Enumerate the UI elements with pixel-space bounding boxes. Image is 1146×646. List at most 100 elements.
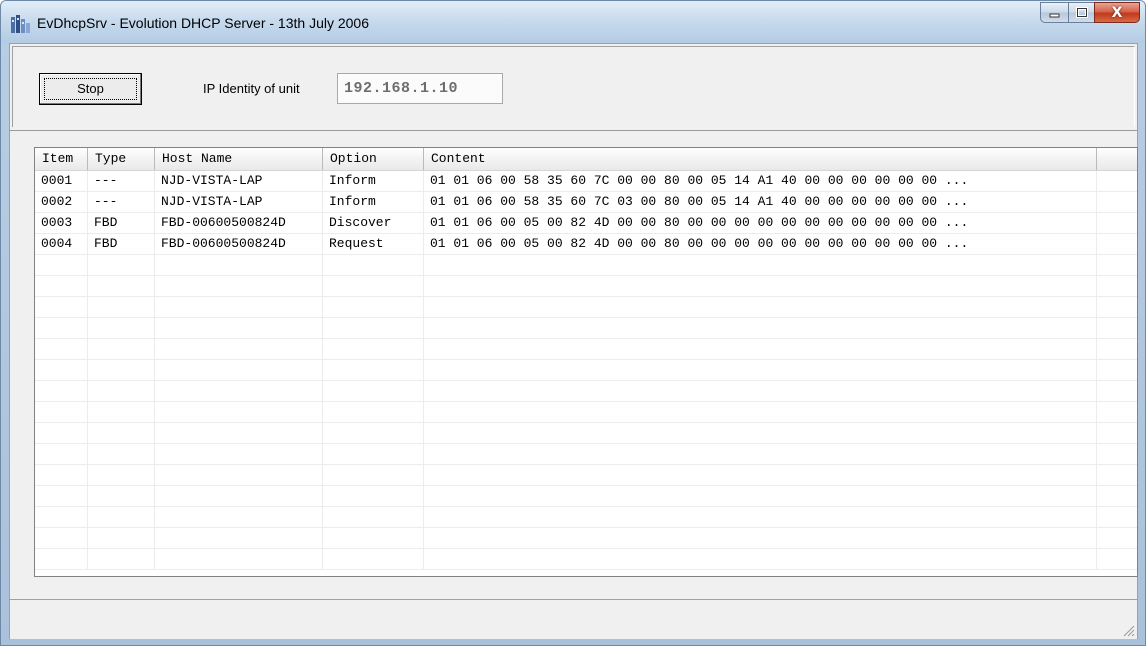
cell-option: Inform [323,192,424,212]
maximize-button[interactable] [1068,2,1094,23]
cell-type [88,360,155,380]
empty-row [35,381,1137,402]
cell-content [424,276,1097,296]
empty-row [35,297,1137,318]
control-panel: Stop IP Identity of unit [10,44,1137,131]
cell-type [88,318,155,338]
cell-host-name [155,318,323,338]
cell-content [424,339,1097,359]
column-header-type[interactable]: Type [88,148,155,170]
cell-filler [1097,171,1137,191]
cell-host-name [155,402,323,422]
cell-host-name: FBD-00600500824D [155,213,323,233]
dhcp-log-list[interactable]: Item Type Host Name Option Content 0001-… [34,147,1138,577]
table-row[interactable]: 0002 --- NJD-VISTA-LAP Inform 01 01 06 00 58… [35,192,1137,213]
cell-item [35,465,88,485]
cell-content [424,318,1097,338]
resize-grip-icon[interactable] [1121,623,1135,637]
table-row[interactable]: 0001 --- NJD-VISTA-LAP Inform 01 01 06 00 58… [35,171,1137,192]
cell-item: 0004 [35,234,88,254]
list-header: Item Type Host Name Option Content [35,148,1137,171]
cell-option [323,465,424,485]
empty-row [35,423,1137,444]
app-building-icon [11,15,30,33]
cell-option [323,444,424,464]
cell-host-name [155,255,323,275]
cell-type [88,528,155,548]
empty-row [35,549,1137,570]
cell-host-name [155,423,323,443]
column-header-filler [1097,148,1137,170]
cell-filler [1097,444,1137,464]
column-header-host-name[interactable]: Host Name [155,148,323,170]
minimize-button[interactable] [1040,2,1068,23]
cell-host-name: NJD-VISTA-LAP [155,192,323,212]
column-header-option[interactable]: Option [323,148,424,170]
cell-item [35,276,88,296]
cell-item [35,486,88,506]
table-row[interactable]: 0004 FBD FBD-00600500824D Request 01 01 06 0… [35,234,1137,255]
cell-host-name: FBD-00600500824D [155,234,323,254]
client-area: Stop IP Identity of unit Item Type Host … [9,43,1138,639]
table-row[interactable]: 0003 FBD FBD-00600500824D Discover 01 01 06 … [35,213,1137,234]
cell-item: 0002 [35,192,88,212]
cell-type [88,486,155,506]
cell-type [88,423,155,443]
column-header-item[interactable]: Item [35,148,88,170]
cell-filler [1097,276,1137,296]
empty-row [35,528,1137,549]
cell-item: 0003 [35,213,88,233]
ip-identity-input[interactable] [337,73,503,104]
cell-option [323,339,424,359]
title-bar[interactable]: EvDhcpSrv - Evolution DHCP Server - 13th… [1,1,1145,43]
ip-identity-label: IP Identity of unit [203,81,300,96]
cell-filler [1097,528,1137,548]
cell-type [88,297,155,317]
cell-item [35,318,88,338]
cell-content [424,297,1097,317]
stop-button[interactable]: Stop [39,73,142,105]
cell-type: FBD [88,213,155,233]
cell-option [323,528,424,548]
cell-option: Request [323,234,424,254]
caption-buttons: X [1040,2,1140,24]
cell-filler [1097,192,1137,212]
cell-content [424,549,1097,569]
cell-option [323,381,424,401]
cell-item [35,402,88,422]
cell-item [35,444,88,464]
cell-item [35,297,88,317]
cell-item [35,381,88,401]
cell-option [323,360,424,380]
cell-option [323,255,424,275]
cell-host-name [155,444,323,464]
cell-type [88,465,155,485]
cell-option: Discover [323,213,424,233]
cell-filler [1097,423,1137,443]
empty-row [35,318,1137,339]
cell-filler [1097,402,1137,422]
empty-row [35,465,1137,486]
list-rows: 0001 --- NJD-VISTA-LAP Inform 01 01 06 00 58… [35,171,1137,570]
cell-option [323,402,424,422]
minimize-icon [1049,13,1059,17]
cell-content [424,465,1097,485]
empty-row [35,444,1137,465]
empty-row [35,360,1137,381]
cell-option [323,549,424,569]
column-header-content[interactable]: Content [424,148,1097,170]
cell-option [323,423,424,443]
maximize-icon [1075,7,1088,18]
cell-host-name [155,360,323,380]
cell-item [35,255,88,275]
cell-type [88,381,155,401]
cell-option [323,297,424,317]
close-button[interactable]: X [1094,2,1140,23]
stop-button-label: Stop [77,81,104,96]
cell-host-name [155,528,323,548]
cell-filler [1097,465,1137,485]
status-bar [10,599,1137,639]
cell-content: 01 01 06 00 05 00 82 4D 00 00 80 00 00 0… [424,234,1097,254]
cell-content [424,486,1097,506]
cell-type: --- [88,171,155,191]
